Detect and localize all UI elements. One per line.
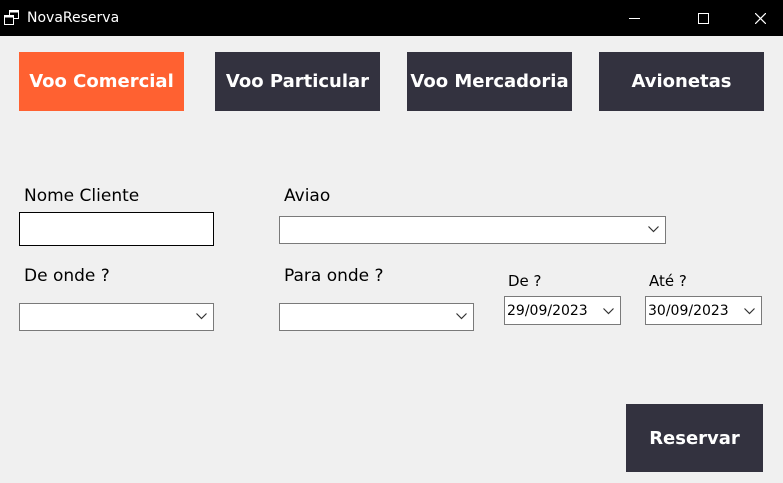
tab-avionetas[interactable]: Avionetas [599, 52, 764, 111]
nome-cliente-label: Nome Cliente [24, 186, 140, 206]
maximize-button[interactable] [680, 0, 726, 36]
tab-voo-comercial[interactable]: Voo Comercial [19, 52, 184, 111]
chevron-down-icon [603, 308, 614, 315]
windows-app-icon [4, 10, 19, 25]
data-de-value: 29/09/2023 [507, 303, 588, 319]
chevron-down-icon [648, 226, 659, 233]
aviao-label: Aviao [284, 186, 331, 206]
close-button[interactable] [737, 0, 783, 36]
data-ate-picker[interactable]: 30/09/2023 [645, 296, 762, 325]
chevron-down-icon [456, 313, 467, 320]
maximize-icon [698, 13, 709, 24]
data-ate-value: 30/09/2023 [648, 303, 729, 319]
app-window: NovaReserva Voo Comercial Voo Particular… [0, 0, 783, 483]
reservar-button[interactable]: Reservar [626, 404, 763, 472]
chevron-down-icon [196, 313, 207, 320]
aviao-select[interactable] [279, 216, 666, 244]
minimize-icon [629, 18, 640, 19]
de-onde-select[interactable] [19, 303, 214, 331]
nome-cliente-input[interactable] [19, 212, 214, 246]
chevron-down-icon [744, 308, 755, 315]
de-onde-label: De onde ? [24, 266, 110, 286]
tab-voo-particular[interactable]: Voo Particular [215, 52, 380, 111]
para-onde-select[interactable] [279, 303, 474, 331]
title-bar[interactable]: NovaReserva [0, 0, 783, 36]
tab-voo-mercadoria[interactable]: Voo Mercadoria [407, 52, 572, 111]
data-de-label: De ? [508, 272, 542, 290]
close-icon [755, 13, 766, 24]
minimize-button[interactable] [611, 0, 657, 36]
window-title: NovaReserva [27, 10, 120, 26]
data-ate-label: Até ? [649, 272, 687, 290]
data-de-picker[interactable]: 29/09/2023 [504, 296, 621, 325]
para-onde-label: Para onde ? [284, 266, 384, 286]
